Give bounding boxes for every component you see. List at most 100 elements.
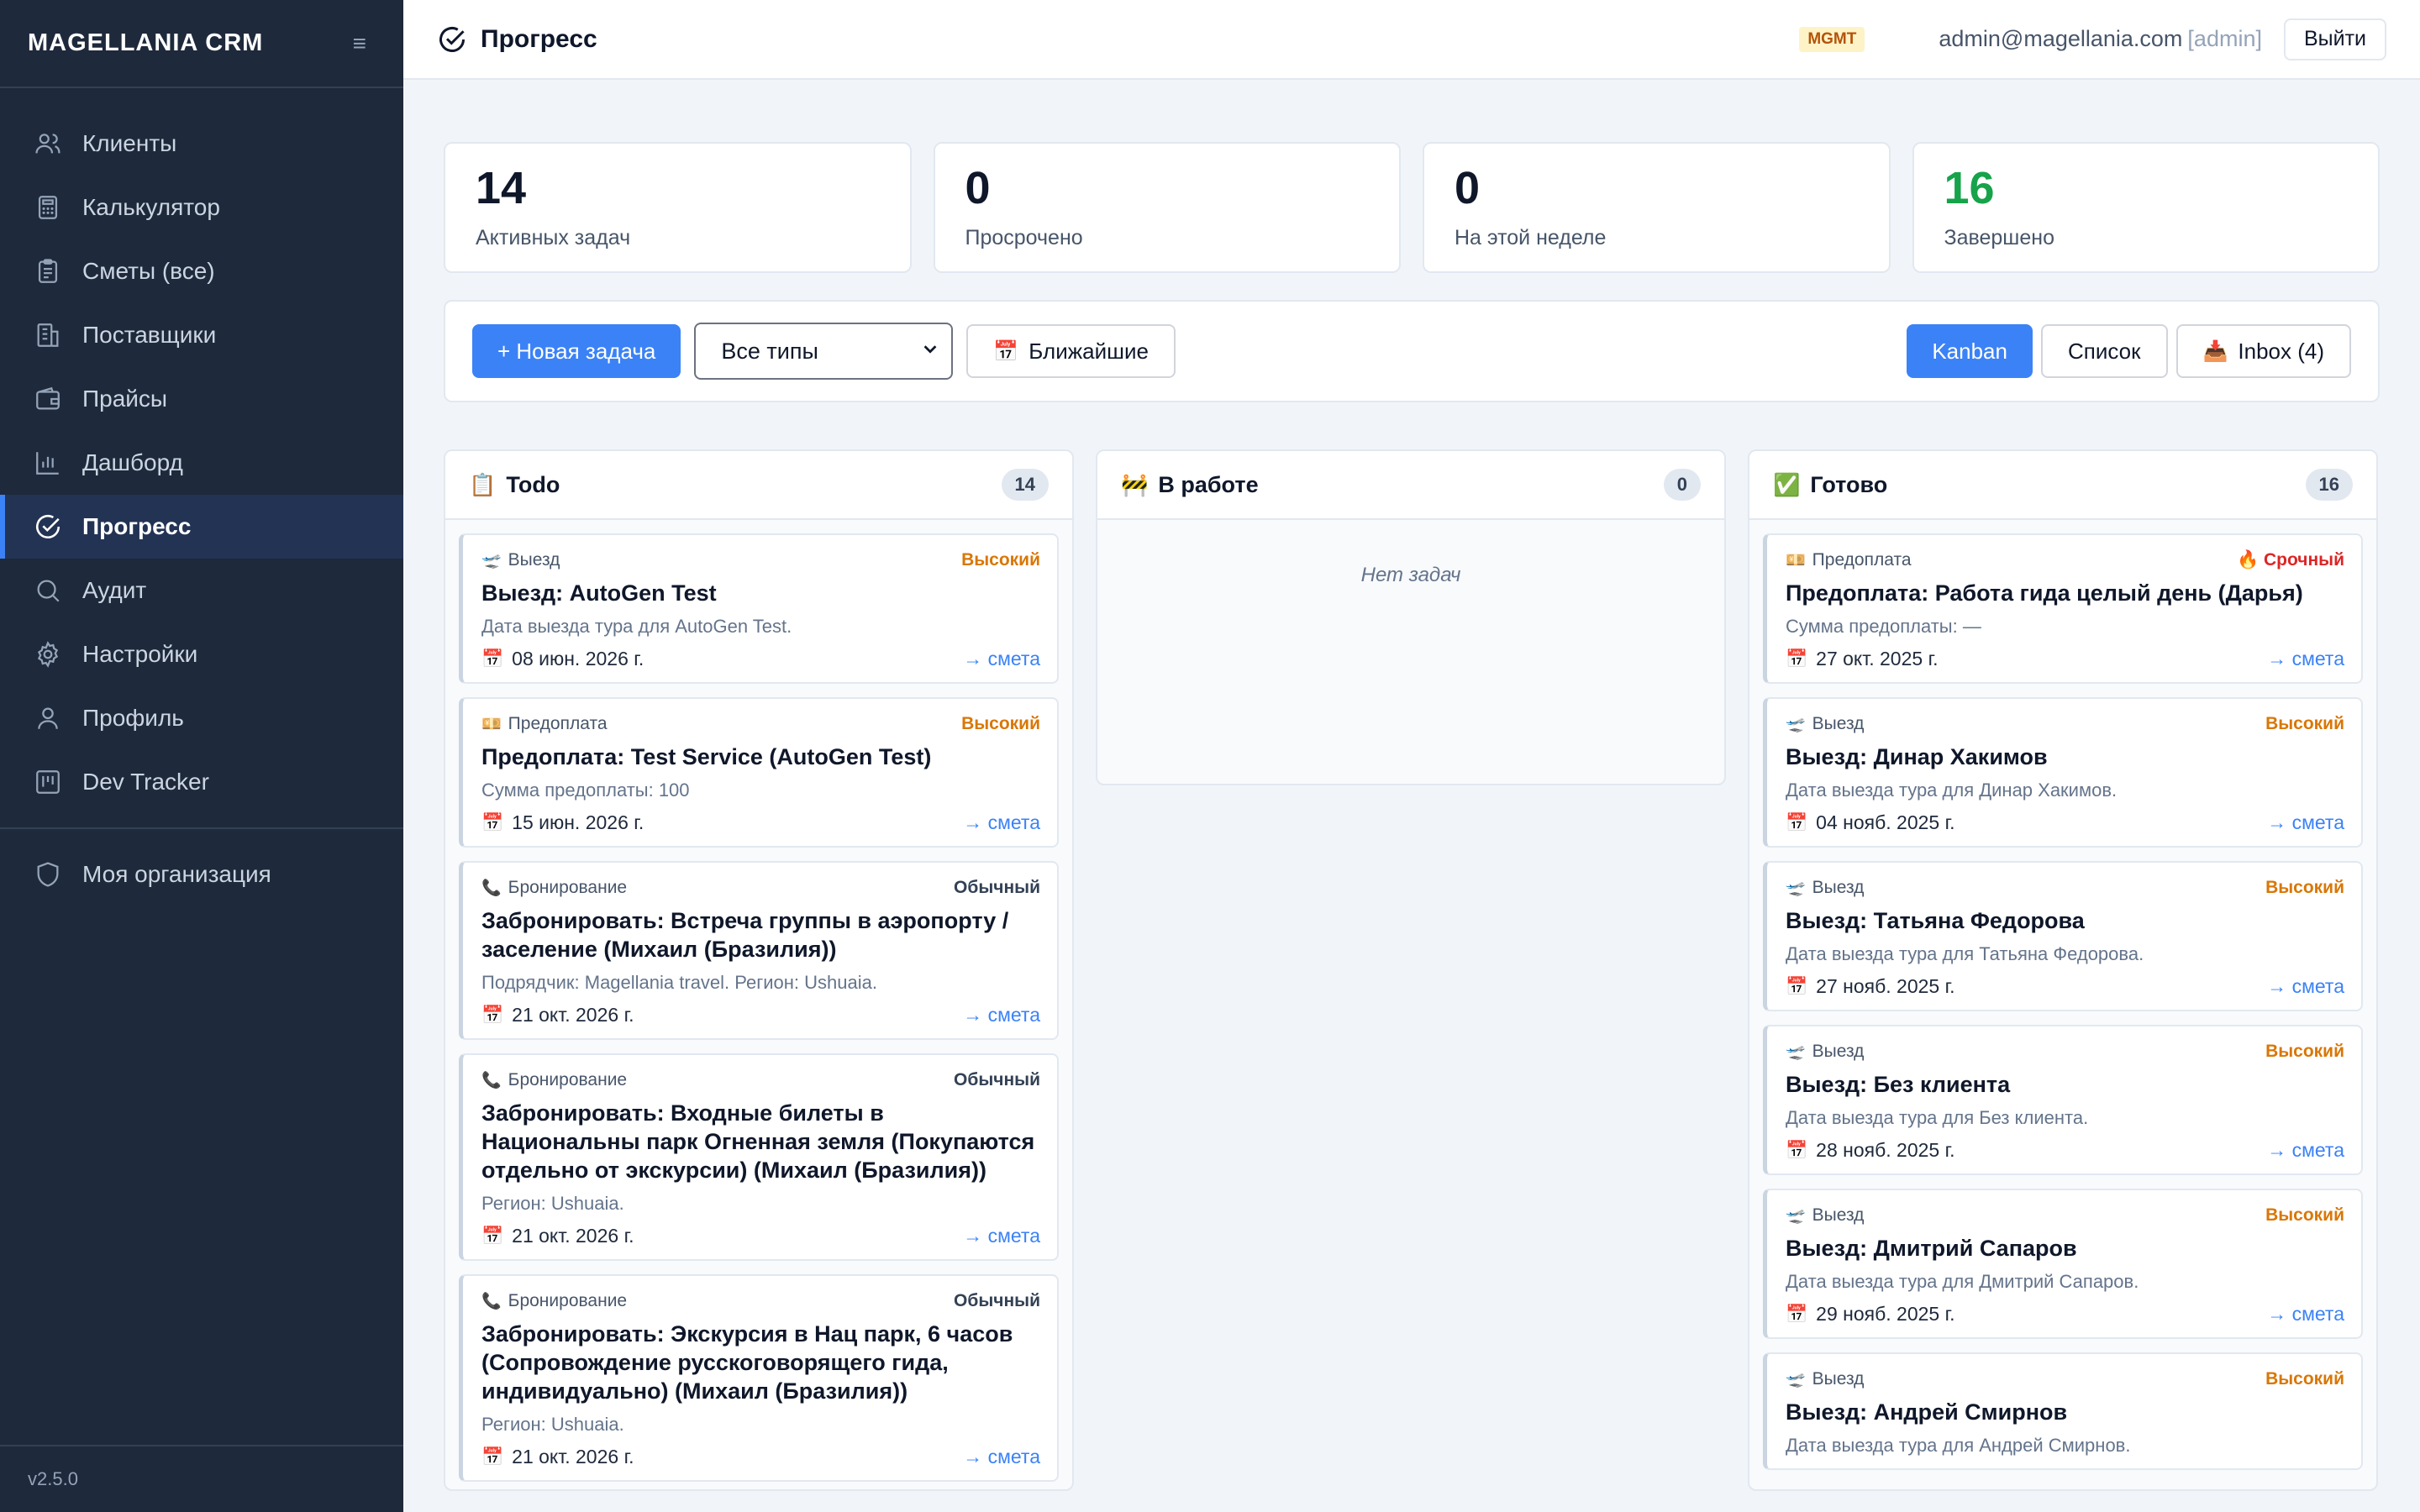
sidebar-item-settings[interactable]: Настройки — [0, 622, 403, 686]
sidebar-item-label: Калькулятор — [82, 194, 220, 220]
task-description: Дата выезда тура для Без клиента. — [1786, 1107, 2089, 1128]
column-body: 💴 Предоплата 🔥 Срочный Предоплата: Работ… — [1749, 520, 2376, 1470]
kanban-view-button[interactable]: Kanban — [1907, 324, 2033, 378]
estimate-link[interactable]: → смета — [2267, 648, 2344, 670]
calendar-icon: 📅 — [481, 1226, 504, 1246]
sidebar-nav: Клиенты Калькулятор Сметы (все) Поставщи… — [0, 88, 403, 906]
task-card[interactable]: 🛫 Выезд Высокий Выезд: Дмитрий Сапаров Д… — [1763, 1189, 2363, 1339]
column-count-badge: 14 — [1001, 469, 1049, 501]
task-title: Предоплата: Test Service (AutoGen Test) — [481, 744, 932, 769]
task-date-text: 21 окт. 2026 г. — [512, 1004, 634, 1026]
users-icon — [34, 129, 62, 158]
task-type-label: Выезд — [508, 550, 560, 570]
task-title: Забронировать: Входные билеты в Национал… — [481, 1100, 1035, 1183]
task-card[interactable]: 📞 Бронирование Обычный Забронировать: Вс… — [459, 861, 1059, 1040]
task-type: 🛫 Выезд — [1786, 1369, 1864, 1389]
calendar-icon: 📅 — [481, 1005, 504, 1025]
priority-label: Высокий — [2265, 714, 2344, 733]
task-due-date: 📅 21 окт. 2026 г. — [481, 1004, 634, 1026]
column-done: ✅ Готово 16 💴 Предоплата 🔥 Срочный Предо… — [1748, 449, 2378, 1491]
list-view-button[interactable]: Список — [2040, 324, 2168, 378]
app-version: v2.5.0 — [0, 1445, 403, 1512]
sidebar-item-clients[interactable]: Клиенты — [0, 112, 403, 176]
sidebar-item-dashboard[interactable]: Дашборд — [0, 431, 403, 495]
column-header: ✅ Готово 16 — [1749, 451, 2376, 520]
task-card[interactable]: 💴 Предоплата Высокий Предоплата: Test Se… — [459, 697, 1059, 848]
new-task-button[interactable]: + Новая задача — [472, 324, 681, 378]
card-header: 💴 Предоплата 🔥 Срочный — [1786, 550, 2344, 570]
sidebar-item-label: Настройки — [82, 641, 198, 667]
task-card[interactable]: 📞 Бронирование Обычный Забронировать: Вх… — [459, 1053, 1059, 1261]
estimate-link[interactable]: → смета — [963, 1225, 1040, 1247]
task-type: 🛫 Выезд — [1786, 1205, 1864, 1226]
estimate-link[interactable]: → смета — [2267, 975, 2344, 998]
task-type: 💴 Предоплата — [481, 714, 608, 734]
card-footer: 📅 15 июн. 2026 г. → смета — [481, 811, 1040, 834]
task-type-select[interactable]: Все типы — [694, 323, 954, 380]
nearest-button[interactable]: 📅 Ближайшие — [966, 324, 1176, 378]
estimate-link[interactable]: → смета — [2267, 1139, 2344, 1162]
estimate-link[interactable]: → смета — [2267, 1303, 2344, 1326]
topbar: Прогресс MGMT admin@magellania.com [admi… — [403, 0, 2420, 80]
column-count-badge: 0 — [1663, 469, 1701, 501]
sidebar-item-suppliers[interactable]: Поставщики — [0, 303, 403, 367]
estimate-link[interactable]: → смета — [963, 1446, 1040, 1468]
task-date-text: 04 нояб. 2025 г. — [1816, 811, 1955, 833]
task-card[interactable]: 🛫 Выезд Высокий Выезд: Динар Хакимов Дат… — [1763, 697, 2363, 848]
calendar-icon: 📅 — [481, 812, 504, 832]
kanban-icon — [34, 768, 62, 796]
task-title: Предоплата: Работа гида целый день (Дарь… — [1786, 580, 2303, 606]
estimate-link[interactable]: → смета — [963, 811, 1040, 834]
task-toolbar: + Новая задача Все типы 📅 Ближайшие Kanb… — [444, 300, 2380, 402]
task-date-text: 21 окт. 2026 г. — [512, 1446, 634, 1467]
task-card[interactable]: 🛫 Выезд Высокий Выезд: Андрей Смирнов Да… — [1763, 1352, 2363, 1470]
task-card[interactable]: 📞 Бронирование Обычный Забронировать: Эк… — [459, 1274, 1059, 1482]
page-title: Прогресс — [481, 24, 597, 53]
task-due-date: 📅 04 нояб. 2025 г. — [1786, 811, 1955, 834]
task-type-icon: 🛫 — [481, 552, 502, 570]
priority-label: Обычный — [954, 1291, 1040, 1310]
clipboard-icon — [34, 257, 62, 286]
user-role: [admin] — [2187, 26, 2262, 51]
task-date-text: 27 окт. 2025 г. — [1816, 648, 1939, 669]
sidebar-item-organization[interactable]: Моя организация — [0, 843, 403, 906]
task-card[interactable]: 🛫 Выезд Высокий Выезд: AutoGen Test Дата… — [459, 533, 1059, 684]
sidebar-item-audit[interactable]: Аудит — [0, 559, 403, 622]
brand-logo[interactable]: MAGELLANIA CRM — [28, 29, 263, 57]
task-card[interactable]: 💴 Предоплата 🔥 Срочный Предоплата: Работ… — [1763, 533, 2363, 684]
stat-this-week: 0 На этой неделе — [1423, 142, 1891, 273]
card-header: 🛫 Выезд Высокий — [1786, 878, 2344, 898]
wallet-icon — [34, 385, 62, 413]
inbox-button[interactable]: 📥 Inbox (4) — [2175, 324, 2351, 378]
calendar-icon: 📅 — [481, 1446, 504, 1467]
estimate-link[interactable]: → смета — [963, 1004, 1040, 1026]
calendar-icon: 📅 — [1786, 812, 1808, 832]
task-card[interactable]: 🛫 Выезд Высокий Выезд: Татьяна Федорова … — [1763, 861, 2363, 1011]
task-type-label: Выезд — [1812, 878, 1865, 897]
sidebar-item-prices[interactable]: Прайсы — [0, 367, 403, 431]
stat-value: 0 — [1455, 163, 1481, 213]
main-content: 14 Активных задач 0 Просрочено 0 На этой… — [403, 81, 2420, 1512]
sidebar-item-progress[interactable]: Прогресс — [0, 495, 403, 559]
task-date-text: 15 июн. 2026 г. — [512, 811, 644, 833]
estimate-link[interactable]: → смета — [963, 648, 1040, 670]
sidebar-item-estimates[interactable]: Сметы (все) — [0, 239, 403, 303]
sidebar-item-calculator[interactable]: Калькулятор — [0, 176, 403, 239]
stat-label: Активных задач — [476, 226, 631, 249]
task-card[interactable]: 🛫 Выезд Высокий Выезд: Без клиента Дата … — [1763, 1025, 2363, 1175]
task-date-text: 29 нояб. 2025 г. — [1816, 1303, 1955, 1325]
stat-completed: 16 Завершено — [1912, 142, 2380, 273]
menu-toggle-icon[interactable]: ≡ — [353, 30, 366, 57]
stat-value: 14 — [476, 163, 527, 213]
task-type: 📞 Бронирование — [481, 1070, 627, 1090]
stat-label: Просрочено — [965, 226, 1083, 249]
estimate-link[interactable]: → смета — [2267, 811, 2344, 834]
logout-button[interactable]: Выйти — [2283, 18, 2386, 60]
card-header: 🛫 Выезд Высокий — [481, 550, 1040, 570]
stat-label: Завершено — [1944, 226, 2054, 249]
sidebar-item-label: Аудит — [82, 577, 147, 603]
task-type: 🛫 Выезд — [1786, 714, 1864, 734]
sidebar-item-profile[interactable]: Профиль — [0, 686, 403, 750]
sidebar-item-dev-tracker[interactable]: Dev Tracker — [0, 750, 403, 814]
view-switcher: Kanban Список 📥 Inbox (4) — [1907, 324, 2351, 378]
